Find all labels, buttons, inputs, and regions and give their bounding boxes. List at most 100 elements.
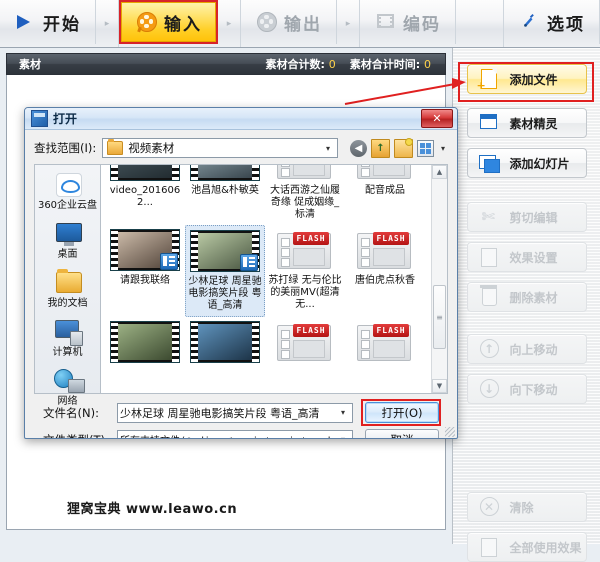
scrollbar-thumb[interactable]: ≡: [433, 285, 446, 349]
look-in-combobox[interactable]: 视频素材 ▾: [102, 138, 338, 158]
place-label-documents: 我的文档: [47, 298, 88, 309]
place-label-desktop: 桌面: [57, 249, 78, 260]
add-slideshow-label: 添加幻灯片: [509, 156, 570, 171]
network-icon: [52, 367, 85, 395]
material-header-bar: 素材 素材合计数: 0 素材合计时间: 0: [6, 53, 446, 75]
file-name: 唐伯虎点秋香: [355, 275, 415, 286]
cut-edit-button[interactable]: ✄ 剪切编辑: [466, 202, 587, 232]
dialog-places-bar: 360企业云盘 桌面 我的文档 计算机 网络: [34, 164, 100, 407]
move-up-button[interactable]: ↑ 向上移动: [466, 334, 587, 364]
close-icon[interactable]: ✕: [421, 109, 453, 128]
file-name: 池昌旭&朴敏英: [191, 185, 259, 196]
file-thumbnail: FLASH: [348, 227, 422, 273]
tab-start[interactable]: 开始: [0, 0, 96, 44]
list-item[interactable]: [185, 317, 265, 371]
place-item-cloud[interactable]: 360企业云盘: [35, 171, 100, 211]
computer-icon: [52, 318, 84, 346]
watermark: 狸窝宝典 www.leawo.cn: [67, 498, 237, 517]
filetype-combobox[interactable]: 所有支持文件(*.divx;*.avi;*.avi;*.mod ▾: [117, 429, 353, 438]
filename-input[interactable]: 少林足球 周星驰电影搞笑片段 粤语_高清 ▾: [117, 402, 353, 423]
look-in-label: 查找范围(I):: [34, 141, 97, 155]
file-list-scrollbar[interactable]: ▲ ≡ ▼: [431, 165, 447, 393]
filename-label: 文件名(N):: [43, 405, 99, 420]
material-time-label: 素材合计时间:: [349, 58, 421, 71]
effects-settings-button[interactable]: 效果设置: [466, 242, 587, 272]
look-in-row: 查找范围(I): 视频素材 ▾ ◀ ↑ ▾: [34, 137, 448, 158]
flash-badge: FLASH: [293, 324, 329, 337]
list-item[interactable]: FLASH 苏打绿 无与伦比的美丽MV(超清无...: [265, 225, 345, 317]
flash-badge: FLASH: [373, 232, 409, 245]
video-badge-icon: [240, 254, 258, 271]
place-item-computer[interactable]: 计算机: [35, 318, 100, 358]
views-icon[interactable]: [417, 139, 434, 157]
file-grid: video_2016062... 池昌旭&朴敏英 FLASH: [101, 165, 427, 371]
tab-output[interactable]: 输出: [241, 0, 337, 44]
tab-options[interactable]: 选项: [504, 0, 600, 44]
list-item[interactable]: FLASH: [345, 317, 425, 371]
film-reel-icon: [135, 12, 157, 33]
tab-encode[interactable]: 编码: [360, 0, 456, 44]
filename-value: 少林足球 周星驰电影搞笑片段 粤语_高清: [120, 406, 320, 420]
back-icon[interactable]: ◀: [350, 139, 367, 157]
file-list[interactable]: video_2016062... 池昌旭&朴敏英 FLASH: [100, 164, 448, 394]
place-item-desktop[interactable]: 桌面: [35, 220, 100, 260]
list-item-selected[interactable]: 少林足球 周星驰电影搞笑片段 粤语_高清: [185, 225, 265, 317]
add-file-button[interactable]: + 添加文件: [466, 64, 587, 94]
scroll-up-icon[interactable]: ▲: [432, 165, 447, 179]
chevron-down-icon[interactable]: ▾: [321, 144, 335, 153]
slideshow-icon: [478, 153, 500, 173]
look-in-value: 视频素材: [128, 141, 175, 155]
chevron-down-icon[interactable]: ▾: [336, 435, 350, 438]
folder-icon: [107, 139, 124, 155]
add-file-icon: +: [477, 68, 500, 91]
up-folder-icon[interactable]: ↑: [371, 138, 390, 158]
file-thumbnail: [188, 165, 262, 183]
main-ribbon: 开始 ▸ 输入 ▸ 输出 ▸ 编码 选项: [0, 0, 600, 48]
views-chevron-down-icon[interactable]: ▾: [438, 144, 448, 153]
filetype-row: 文件类型(T): 所有支持文件(*.divx;*.avi;*.avi;*.mod…: [43, 429, 439, 439]
list-item[interactable]: video_2016062...: [105, 165, 185, 225]
apply-all-effects-button[interactable]: 全部使用效果: [466, 532, 587, 562]
delete-material-button[interactable]: 删除素材: [466, 282, 587, 312]
play-icon: [14, 12, 36, 32]
list-item[interactable]: 池昌旭&朴敏英: [185, 165, 265, 225]
filename-row: 文件名(N): 少林足球 周星驰电影搞笑片段 粤语_高清 ▾ 打开(O): [43, 399, 441, 426]
tab-input[interactable]: 输入: [119, 0, 218, 44]
effects-icon: [478, 247, 500, 267]
clear-button[interactable]: ✕ 清除: [466, 492, 587, 522]
delete-material-label: 删除素材: [509, 290, 558, 305]
filetype-label: 文件类型(T):: [43, 432, 111, 439]
move-down-button[interactable]: ↓ 向下移动: [466, 374, 587, 404]
list-item[interactable]: 请跟我联络: [105, 225, 185, 317]
list-item[interactable]: FLASH 配音成品: [345, 165, 425, 225]
cut-edit-label: 剪切编辑: [509, 210, 558, 225]
tab-separator-2: ▸: [218, 0, 241, 47]
place-item-network[interactable]: 网络: [35, 367, 100, 407]
file-thumbnail: FLASH: [268, 227, 342, 273]
file-thumbnail: FLASH: [268, 165, 342, 183]
cancel-button[interactable]: 取消: [365, 429, 439, 438]
place-item-documents[interactable]: 我的文档: [35, 269, 100, 309]
list-item[interactable]: FLASH 大话西游之仙履奇缘 促成姻缘_标清: [265, 165, 345, 225]
material-count: 素材合计数: 0: [266, 56, 350, 72]
file-thumbnail: FLASH: [348, 319, 422, 365]
file-name: video_2016062...: [109, 185, 181, 208]
list-item[interactable]: [105, 317, 185, 371]
dialog-resize-grip[interactable]: [445, 427, 455, 437]
tab-separator-3: ▸: [337, 0, 360, 47]
chevron-down-icon[interactable]: ▾: [336, 408, 350, 417]
file-name: 配音成品: [365, 185, 405, 196]
filetype-value: 所有支持文件(*.divx;*.avi;*.avi;*.mod: [120, 432, 336, 438]
arrow-down-circle-icon: ↓: [478, 379, 500, 399]
scroll-down-icon[interactable]: ▼: [432, 379, 447, 393]
list-item[interactable]: FLASH 唐伯虎点秋香: [345, 225, 425, 317]
add-slideshow-button[interactable]: 添加幻灯片: [466, 148, 587, 178]
material-title: 素材: [19, 58, 41, 71]
list-item[interactable]: FLASH: [265, 317, 345, 371]
apply-all-icon: [478, 537, 500, 557]
open-file-dialog[interactable]: 打开 ✕ 查找范围(I): 视频素材 ▾ ◀ ↑ ▾ 360企业云盘 桌面 我的…: [24, 107, 458, 439]
file-thumbnail: FLASH: [268, 319, 342, 365]
material-wizard-button[interactable]: 素材精灵: [466, 108, 587, 138]
new-folder-icon[interactable]: [394, 137, 413, 158]
tab-options-label: 选项: [547, 14, 585, 35]
